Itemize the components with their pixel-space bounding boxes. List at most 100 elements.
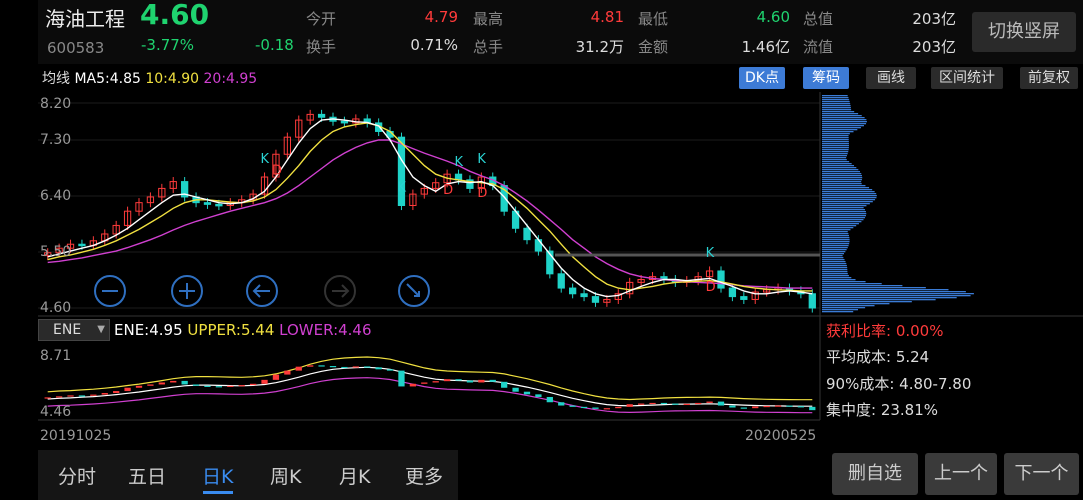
chip-bar xyxy=(822,183,862,185)
ene-candle xyxy=(284,370,291,375)
k-mark: K xyxy=(455,155,464,170)
ene-line xyxy=(47,366,813,407)
zoom-in-icon[interactable] xyxy=(171,275,203,307)
ene-candle xyxy=(386,369,394,371)
k-mark: K xyxy=(706,246,715,261)
tab-five-day[interactable]: 五日 xyxy=(128,462,166,489)
chip-bar xyxy=(822,291,966,293)
chip-bar xyxy=(822,263,847,265)
tab-weekly-k[interactable]: 周K xyxy=(270,462,301,489)
ene-candle xyxy=(809,406,816,411)
candle xyxy=(591,296,600,303)
indicator-selector[interactable]: ENE ▼ xyxy=(38,319,110,341)
ene-candle xyxy=(489,379,496,382)
chip-bar xyxy=(822,163,852,165)
chip-bar xyxy=(822,253,845,255)
chip-bar xyxy=(822,295,971,297)
chip-bar xyxy=(822,103,851,105)
prev-stock-button[interactable]: 上一个 xyxy=(925,453,997,495)
chip-bar xyxy=(822,133,850,135)
ene-candle xyxy=(170,380,177,383)
chip-bar xyxy=(822,221,862,223)
chip-bar xyxy=(822,153,848,155)
collapse-icon[interactable] xyxy=(398,275,430,307)
ene-candle xyxy=(603,408,611,410)
chip-bar xyxy=(822,173,862,175)
chip-bar xyxy=(822,251,846,253)
ene-candle xyxy=(238,385,245,387)
chip-bar xyxy=(822,193,877,195)
chip-bar xyxy=(822,249,847,251)
ene-candle xyxy=(786,405,793,407)
ene-candle xyxy=(307,365,314,367)
candle xyxy=(728,287,737,298)
chip-bar xyxy=(822,149,849,151)
ene-candle xyxy=(637,403,645,405)
ene-candle xyxy=(113,391,120,394)
ma5-line xyxy=(47,118,813,298)
active-tab-indicator xyxy=(203,491,233,494)
chevron-down-icon: ▼ xyxy=(97,324,105,335)
ene-candle xyxy=(249,383,257,386)
ene-candle xyxy=(432,381,439,383)
tab-intraday[interactable]: 分时 xyxy=(58,462,96,489)
chip-bar xyxy=(822,105,851,107)
chip-bar xyxy=(822,167,857,169)
ene-candle xyxy=(774,405,782,407)
chip-bar xyxy=(822,305,875,307)
chip-bar xyxy=(822,159,847,161)
chip-bar xyxy=(822,211,866,213)
candle xyxy=(557,273,565,289)
ene-candle xyxy=(375,367,382,370)
chip-bar xyxy=(822,99,850,101)
chip-bar xyxy=(822,129,858,131)
tab-daily-k[interactable]: 日K xyxy=(202,462,233,489)
chip-bar xyxy=(822,289,949,291)
tab-monthly-k[interactable]: 月K xyxy=(339,462,370,489)
chip-bar xyxy=(822,261,846,263)
chip-bar xyxy=(822,243,850,245)
candle xyxy=(78,243,86,247)
chip-bar xyxy=(822,241,850,243)
ene-candle xyxy=(398,370,405,387)
chip-bar xyxy=(822,111,855,113)
chip-bar xyxy=(822,197,877,199)
chip-bar xyxy=(822,195,877,197)
ene-candle xyxy=(717,401,725,406)
cost-90: 90%成本: 4.80-7.80 xyxy=(826,375,972,393)
tab-more[interactable]: 更多 xyxy=(405,462,443,489)
chip-bar xyxy=(822,285,903,287)
ene-candle xyxy=(192,384,200,386)
chip-bar xyxy=(822,255,843,257)
d-mark: D xyxy=(706,280,716,295)
chip-bar xyxy=(822,257,844,259)
scroll-right-icon[interactable] xyxy=(324,275,356,307)
chip-bar xyxy=(822,301,912,303)
candle xyxy=(808,293,816,309)
next-stock-button[interactable]: 下一个 xyxy=(1004,453,1079,495)
chip-bar xyxy=(822,181,862,183)
candle xyxy=(215,203,223,207)
chip-bar xyxy=(822,137,849,139)
chip-bar xyxy=(822,107,851,109)
chip-bar xyxy=(822,271,848,273)
chip-bar xyxy=(822,161,850,163)
chip-bar xyxy=(822,123,867,125)
ene-candle xyxy=(329,366,337,368)
remove-watchlist-button[interactable]: 删自选 xyxy=(832,453,918,495)
scroll-left-icon[interactable] xyxy=(246,275,278,307)
chip-bar xyxy=(822,267,848,269)
ene-candle xyxy=(364,366,371,368)
zoom-out-icon[interactable] xyxy=(94,275,126,307)
ene-candle xyxy=(147,384,154,386)
chip-bar xyxy=(822,199,876,201)
chip-bar xyxy=(822,139,849,141)
chip-bar xyxy=(822,307,866,309)
avg-cost: 平均成本: 5.24 xyxy=(826,348,930,366)
ene-candle xyxy=(67,395,74,397)
candle xyxy=(580,293,588,298)
ene-candle xyxy=(763,405,770,408)
ene-candle xyxy=(215,386,223,388)
chip-bar xyxy=(822,143,849,145)
candle xyxy=(569,287,577,295)
